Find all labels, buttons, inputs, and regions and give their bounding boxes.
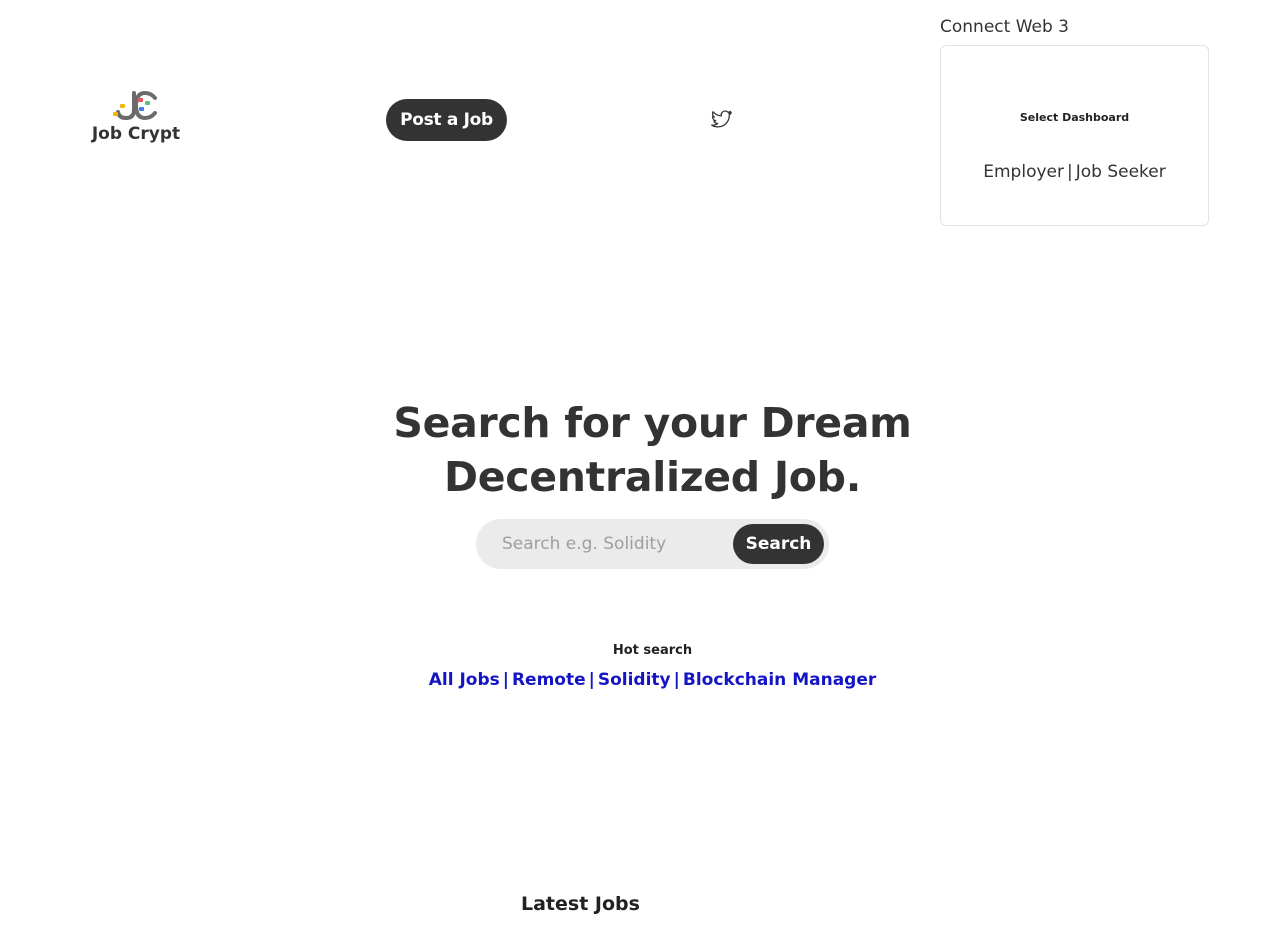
logo-text: Job Crypt [91, 124, 181, 144]
logo-link[interactable]: Job Crypt [86, 90, 186, 144]
search-input[interactable] [490, 527, 725, 561]
job-crypt-logo-icon [113, 90, 157, 121]
dashboard-heading: Select Dashboard [1019, 111, 1130, 124]
dashboard-links: Employer | Job Seeker [941, 161, 1208, 183]
hot-search-separator: | [673, 670, 680, 690]
dashboard-separator: | [1066, 162, 1073, 182]
twitter-icon [711, 110, 732, 128]
hot-search-separator: | [502, 670, 509, 690]
hero-title-line-1: Search for your Dream [393, 399, 912, 447]
search-bar: Search [476, 519, 829, 569]
job-seeker-dashboard-link[interactable]: Job Seeker [1076, 162, 1166, 182]
hot-search-solidity[interactable]: Solidity [598, 670, 671, 690]
dashboard-card: Select Dashboard Employer | Job Seeker [940, 45, 1209, 226]
employer-dashboard-link[interactable]: Employer [983, 162, 1064, 182]
page: Job Crypt Post a Job Connect Web 3 Selec… [0, 0, 1273, 934]
twitter-link[interactable] [711, 110, 733, 130]
hot-search-label: Hot search [612, 643, 693, 658]
latest-jobs-heading: Latest Jobs [521, 893, 640, 915]
hot-search-links: All Jobs | Remote | Solidity | Blockchain Mana… [0, 668, 1273, 692]
hot-search-separator: | [588, 670, 595, 690]
search-button[interactable]: Search [733, 524, 824, 564]
hot-search-blockchain-manager[interactable]: Blockchain Manager [683, 670, 876, 690]
hero-title-line-2: Decentralized Job. [444, 453, 861, 501]
hot-search-remote[interactable]: Remote [512, 670, 586, 690]
hero-title: Search for your Dream Decentralized Job. [336, 396, 969, 504]
post-job-button[interactable]: Post a Job [386, 99, 507, 141]
connect-web3-link[interactable]: Connect Web 3 [940, 16, 1069, 38]
hot-search-all-jobs[interactable]: All Jobs [429, 670, 500, 690]
